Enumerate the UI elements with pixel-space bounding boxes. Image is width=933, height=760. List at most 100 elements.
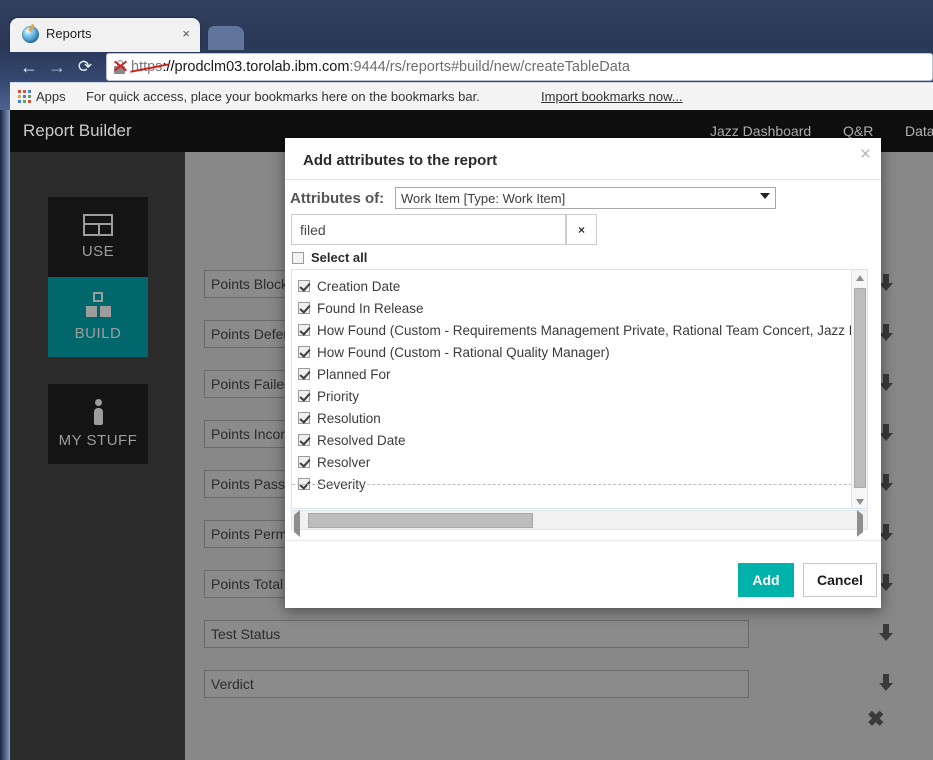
page-title: Report Builder bbox=[23, 121, 132, 140]
attribute-checkbox[interactable] bbox=[298, 434, 310, 446]
attribute-label: Found In Release bbox=[317, 300, 424, 316]
browser-tab-title: Reports bbox=[46, 26, 92, 41]
scroll-up-icon[interactable] bbox=[852, 270, 867, 286]
attribute-list-item[interactable]: Resolution bbox=[298, 407, 381, 429]
attribute-checkbox[interactable] bbox=[298, 456, 310, 468]
remove-column-icon[interactable]: ✖ bbox=[867, 709, 885, 730]
attribute-list-item[interactable]: Planned For bbox=[298, 363, 391, 385]
attribute-label: How Found (Custom - Rational Quality Man… bbox=[317, 344, 610, 360]
attribute-list-item[interactable]: Found In Release bbox=[298, 297, 424, 319]
browser-tab[interactable]: Reports × bbox=[10, 18, 200, 52]
attribute-label: How Found (Custom - Requirements Managem… bbox=[317, 322, 868, 338]
add-button[interactable]: Add bbox=[738, 563, 794, 597]
back-icon[interactable]: ← bbox=[16, 54, 42, 80]
search-input[interactable] bbox=[291, 214, 566, 245]
divider bbox=[285, 540, 881, 541]
scroll-down-icon[interactable] bbox=[852, 494, 867, 508]
attribute-label: Resolver bbox=[317, 454, 371, 470]
column-name-input[interactable]: Verdict bbox=[204, 670, 749, 698]
import-bookmarks-link[interactable]: Import bookmarks now... bbox=[541, 89, 683, 104]
table-icon bbox=[83, 214, 113, 236]
forward-icon[interactable]: → bbox=[44, 54, 70, 80]
url-scheme: https bbox=[131, 59, 163, 75]
attribute-checkbox[interactable] bbox=[298, 346, 310, 358]
select-all-row[interactable]: Select all bbox=[292, 250, 367, 265]
table-row: Verdict bbox=[204, 670, 749, 698]
column-name-label: Points Total bbox=[211, 576, 284, 592]
attribute-list-item[interactable]: How Found (Custom - Rational Quality Man… bbox=[298, 341, 610, 363]
add-attributes-dialog: Add attributes to the report × Attribute… bbox=[285, 138, 881, 608]
left-rail: USE BUILD MY STUFF bbox=[10, 152, 185, 760]
vertical-scrollbar-thumb[interactable] bbox=[854, 288, 866, 488]
close-icon[interactable]: × bbox=[860, 145, 871, 164]
dialog-title: Add attributes to the report bbox=[303, 152, 498, 169]
bookmarks-hint: For quick access, place your bookmarks h… bbox=[86, 89, 480, 104]
close-icon[interactable]: × bbox=[182, 26, 190, 42]
attributes-of-label: Attributes of: bbox=[290, 190, 385, 207]
cancel-button[interactable]: Cancel bbox=[803, 563, 877, 597]
sidebar-item-build[interactable]: BUILD bbox=[48, 277, 148, 357]
app-viewport: Report Builder Jazz Dashboard Q&R Data U… bbox=[10, 110, 933, 760]
apps-label[interactable]: Apps bbox=[36, 89, 66, 104]
divider bbox=[285, 179, 881, 180]
attribute-checkbox[interactable] bbox=[298, 324, 310, 336]
attribute-checkbox[interactable] bbox=[298, 302, 310, 314]
attribute-label: Priority bbox=[317, 388, 360, 404]
horizontal-scrollbar[interactable] bbox=[291, 510, 868, 537]
select-all-checkbox[interactable] bbox=[292, 251, 304, 264]
attribute-checkbox[interactable] bbox=[298, 412, 310, 424]
sidebar-item-my-stuff[interactable]: MY STUFF bbox=[48, 384, 148, 464]
column-name-label: Points Failed bbox=[211, 376, 292, 392]
url-host: prodclm03.torolab.ibm.com bbox=[174, 59, 350, 75]
column-name-label: Verdict bbox=[211, 676, 254, 692]
attribute-label: Resolution bbox=[317, 410, 381, 426]
browser-chrome: Reports × ← → ⟳ https://prodclm03.torola… bbox=[0, 0, 933, 110]
attribute-label: Resolved Date bbox=[317, 432, 406, 448]
window-left-edge bbox=[0, 0, 10, 760]
browser-toolbar: ← → ⟳ https://prodclm03.torolab.ibm.com:… bbox=[10, 52, 933, 82]
nav-link-data[interactable]: Data bbox=[905, 123, 933, 139]
attribute-list-item[interactable]: How Found (Custom - Requirements Managem… bbox=[298, 319, 868, 341]
attribute-list-item[interactable]: Resolver bbox=[298, 451, 370, 473]
sidebar-item-use[interactable]: USE bbox=[48, 197, 148, 277]
down-arrow-icon[interactable] bbox=[875, 672, 897, 694]
attributes-of-value: Work Item [Type: Work Item] bbox=[401, 191, 566, 206]
attribute-list-item[interactable]: Priority bbox=[298, 385, 359, 407]
table-row: Test Status bbox=[204, 620, 749, 648]
list-separator bbox=[292, 484, 857, 485]
new-tab-button[interactable] bbox=[208, 26, 244, 50]
attribute-list-item[interactable]: Resolved Date bbox=[298, 429, 406, 451]
horizontal-scrollbar-thumb[interactable] bbox=[308, 513, 533, 528]
reload-icon[interactable]: ⟳ bbox=[72, 54, 98, 80]
column-name-label: Test Status bbox=[211, 626, 281, 642]
nav-link-jazz-dashboard[interactable]: Jazz Dashboard bbox=[710, 123, 811, 139]
attribute-list-item[interactable]: Creation Date bbox=[298, 275, 400, 297]
attribute-checkbox[interactable] bbox=[298, 368, 310, 380]
clear-search-button[interactable]: × bbox=[566, 214, 597, 245]
down-arrow-icon[interactable] bbox=[875, 622, 897, 644]
sidebar-item-label-use: USE bbox=[81, 243, 115, 260]
address-bar[interactable]: https://prodclm03.torolab.ibm.com:9444/r… bbox=[106, 53, 933, 81]
scroll-left-icon[interactable] bbox=[294, 510, 300, 537]
vertical-scrollbar[interactable] bbox=[851, 270, 867, 508]
nav-link-qr[interactable]: Q&R bbox=[843, 123, 873, 139]
sidebar-item-label-build: BUILD bbox=[74, 325, 122, 342]
column-name-input[interactable]: Test Status bbox=[204, 620, 749, 648]
jazz-favicon bbox=[22, 26, 39, 43]
apps-grid-icon[interactable] bbox=[18, 90, 31, 103]
url-separator: :// bbox=[162, 59, 175, 75]
url-text: https://prodclm03.torolab.ibm.com:9444/r… bbox=[131, 58, 630, 77]
attribute-checkbox[interactable] bbox=[298, 280, 310, 292]
attribute-label: Planned For bbox=[317, 366, 391, 382]
person-icon bbox=[83, 399, 113, 425]
url-path: :9444/rs/reports#build/new/createTableDa… bbox=[349, 59, 630, 75]
scroll-right-icon[interactable] bbox=[857, 510, 863, 537]
sidebar-item-label-my-stuff: MY STUFF bbox=[58, 432, 138, 449]
bookmarks-bar: Apps For quick access, place your bookma… bbox=[10, 82, 933, 110]
attribute-checkbox[interactable] bbox=[298, 390, 310, 402]
broken-lock-icon[interactable] bbox=[113, 59, 128, 74]
select-all-label: Select all bbox=[311, 250, 368, 265]
attributes-of-select[interactable]: Work Item [Type: Work Item] bbox=[395, 187, 776, 209]
attribute-list[interactable]: Creation Date Found In Release How Found (… bbox=[291, 269, 868, 509]
chevron-down-icon bbox=[760, 193, 770, 199]
